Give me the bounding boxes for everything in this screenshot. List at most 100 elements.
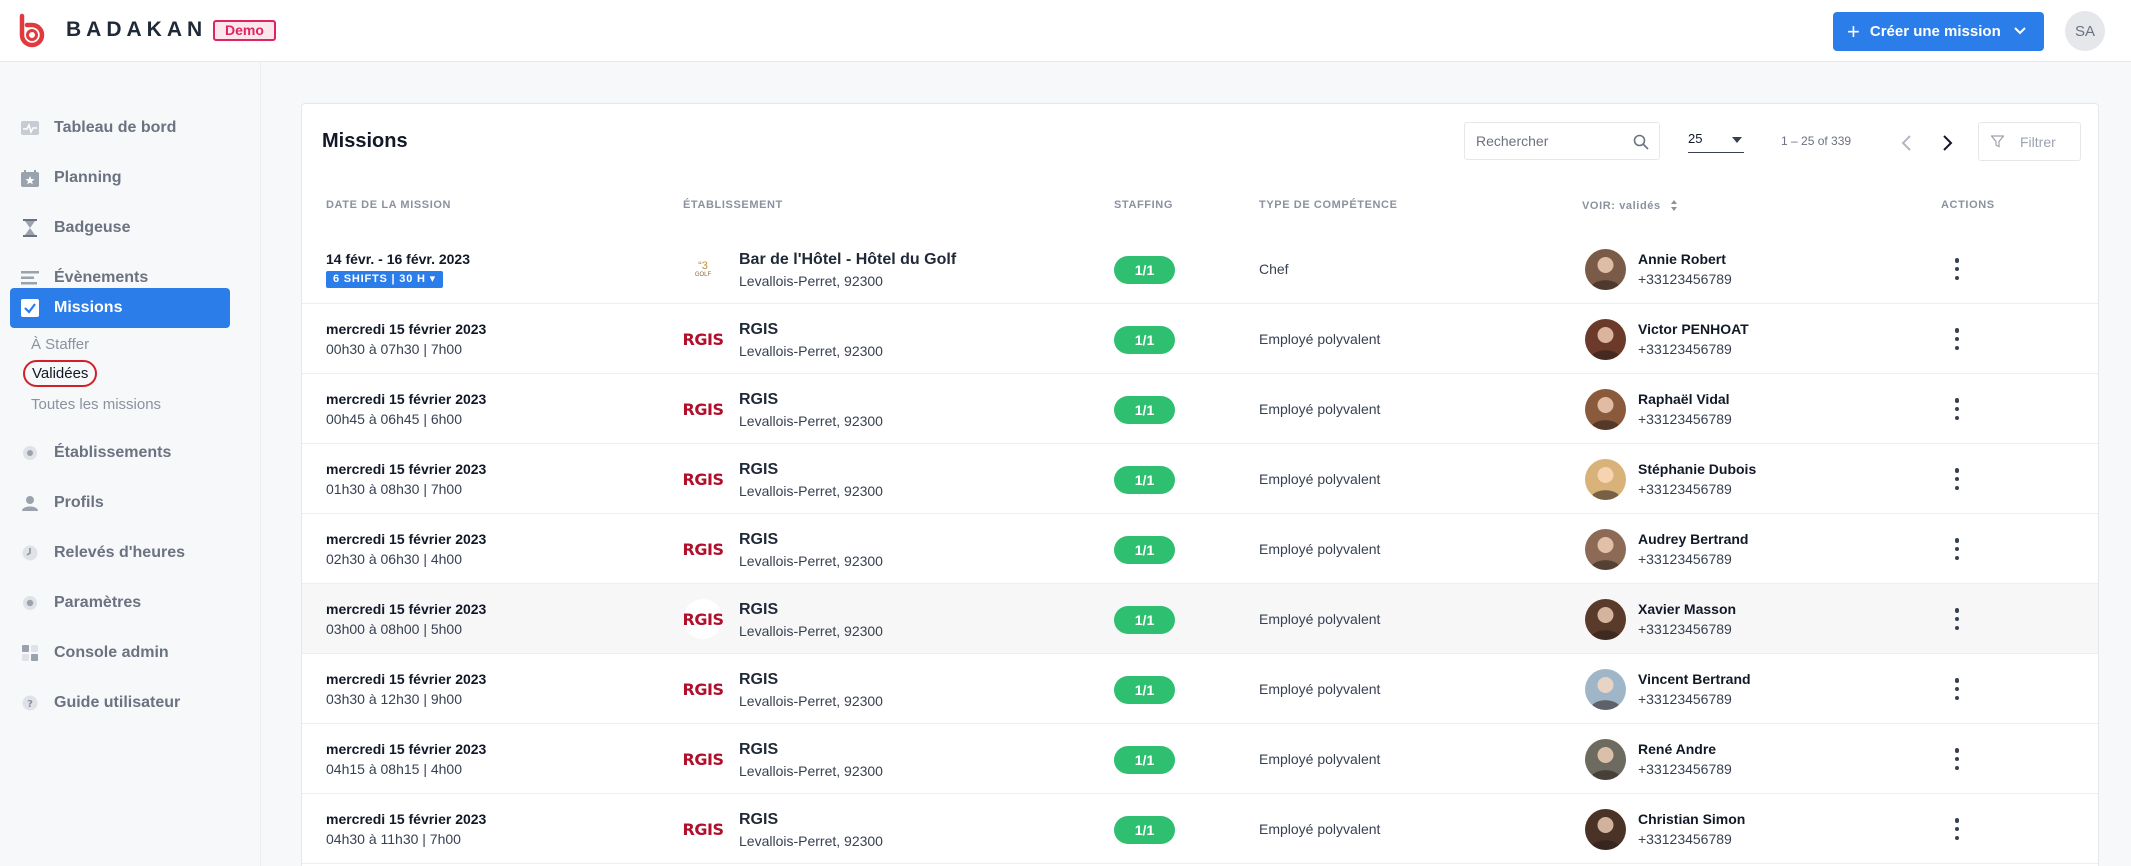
- person-name[interactable]: Christian Simon: [1638, 811, 1745, 827]
- person-name[interactable]: Annie Robert: [1638, 251, 1726, 267]
- sidebar-item-label: Tableau de bord: [54, 119, 177, 136]
- sidebar-item-admin-console[interactable]: Console admin: [10, 633, 230, 673]
- table-row[interactable]: 14 févr. - 16 févr. 2023 6 SHIFTS | 30 H …: [302, 234, 2098, 304]
- sort-icon[interactable]: [1670, 199, 1678, 212]
- avatar[interactable]: [1585, 669, 1626, 710]
- table-row[interactable]: mercredi 15 février 2023 03h30 à 12h30 | …: [302, 654, 2098, 724]
- sidebar-item-timesheets[interactable]: Relevés d'heures: [10, 533, 230, 573]
- staffing-badge: 1/1: [1114, 256, 1175, 284]
- view-filter-label: VOIR: validés: [1582, 200, 1661, 212]
- filter-button[interactable]: Filtrer: [1978, 122, 2081, 161]
- staffing-badge: 1/1: [1114, 816, 1175, 844]
- more-actions-icon[interactable]: [1954, 608, 1960, 630]
- avatar[interactable]: [1585, 389, 1626, 430]
- more-actions-icon[interactable]: [1954, 398, 1960, 420]
- avatar[interactable]: [1585, 739, 1626, 780]
- table-row[interactable]: mercredi 15 février 2023 00h45 à 06h45 | …: [302, 374, 2098, 444]
- sidebar: Tableau de bord Planning Badgeuse Évènem…: [0, 62, 261, 866]
- column-header-staffing[interactable]: STAFFING: [1114, 199, 1173, 211]
- avatar[interactable]: [1585, 249, 1626, 290]
- more-actions-icon[interactable]: [1954, 748, 1960, 770]
- sidebar-item-planning[interactable]: Planning: [10, 158, 230, 198]
- establishment-name[interactable]: RGIS: [739, 461, 778, 479]
- person-name[interactable]: Stéphanie Dubois: [1638, 461, 1756, 477]
- person-phone: +33123456789: [1638, 691, 1732, 707]
- badakan-logo-icon[interactable]: [14, 13, 50, 49]
- establishment-name[interactable]: Bar de l'Hôtel - Hôtel du Golf: [739, 251, 956, 269]
- mission-date: mercredi 15 février 2023: [326, 601, 487, 617]
- establishment-name[interactable]: RGIS: [739, 531, 778, 549]
- mission-time: 03h00 à 08h00 | 5h00: [326, 621, 462, 637]
- establishment-name[interactable]: RGIS: [739, 391, 778, 409]
- avatar[interactable]: [1585, 809, 1626, 850]
- per-page-select[interactable]: 25: [1688, 131, 1744, 153]
- user-avatar[interactable]: SA: [2065, 11, 2105, 51]
- person-name[interactable]: Xavier Masson: [1638, 601, 1736, 617]
- staffing-badge: 1/1: [1114, 606, 1175, 634]
- establishment-name[interactable]: RGIS: [739, 671, 778, 689]
- avatar[interactable]: [1585, 319, 1626, 360]
- more-actions-icon[interactable]: [1954, 678, 1960, 700]
- person-name[interactable]: René Andre: [1638, 741, 1716, 757]
- hourglass-icon: [20, 218, 40, 238]
- chevron-down-icon[interactable]: [2014, 26, 2026, 36]
- more-actions-icon[interactable]: [1954, 818, 1960, 840]
- rgis-logo-icon: RGIS: [683, 599, 724, 639]
- table-row[interactable]: mercredi 15 février 2023 04h15 à 08h15 | …: [302, 724, 2098, 794]
- sidebar-item-user-guide[interactable]: ? Guide utilisateur: [10, 683, 230, 723]
- more-actions-icon[interactable]: [1954, 538, 1960, 560]
- rgis-logo-icon: RGIS: [682, 819, 724, 839]
- establishment-name[interactable]: RGIS: [739, 811, 778, 829]
- avatar[interactable]: [1585, 459, 1626, 500]
- search-icon[interactable]: [1633, 134, 1649, 150]
- sidebar-item-establishments[interactable]: Établissements: [10, 433, 230, 473]
- sidebar-item-badgeuse[interactable]: Badgeuse: [10, 208, 230, 248]
- chevron-left-icon[interactable]: [1900, 134, 1912, 152]
- sidebar-item-label: Évènements: [54, 269, 149, 286]
- establishment-name[interactable]: RGIS: [739, 741, 778, 759]
- skill-type: Employé polyvalent: [1259, 751, 1381, 767]
- person-avatar-icon: [1590, 327, 1621, 360]
- table-row[interactable]: mercredi 15 février 2023 04h30 à 11h30 | …: [302, 794, 2098, 864]
- page-title: Missions: [322, 130, 408, 152]
- missions-card: Missions Rechercher 25 1 – 25 of 339 Fil…: [301, 103, 2099, 866]
- more-actions-icon[interactable]: [1954, 258, 1960, 280]
- column-header-date[interactable]: DATE DE LA MISSION: [326, 199, 451, 211]
- avatar[interactable]: [1585, 529, 1626, 570]
- sidebar-item-profiles[interactable]: Profils: [10, 483, 230, 523]
- table-row[interactable]: mercredi 15 février 2023 03h00 à 08h00 | …: [302, 584, 2098, 654]
- staffing-badge: 1/1: [1114, 746, 1175, 774]
- sidebar-item-settings[interactable]: Paramètres: [10, 583, 230, 623]
- table-row[interactable]: mercredi 15 février 2023 02h30 à 06h30 | …: [302, 514, 2098, 584]
- create-mission-button[interactable]: + Créer une mission: [1833, 12, 2044, 51]
- person-name[interactable]: Raphaël Vidal: [1638, 391, 1730, 407]
- rgis-logo-icon: RGIS: [682, 329, 724, 349]
- establishment-name[interactable]: RGIS: [739, 601, 778, 619]
- establishment-address: Levallois-Perret, 92300: [739, 693, 883, 709]
- column-header-skill[interactable]: TYPE DE COMPÉTENCE: [1259, 199, 1398, 211]
- rgis-logo-icon: RGIS: [682, 399, 724, 419]
- sidebar-subitem-all-missions[interactable]: Toutes les missions: [31, 396, 161, 413]
- mission-date: mercredi 15 février 2023: [326, 811, 487, 827]
- avatar[interactable]: [1585, 599, 1626, 640]
- table-row[interactable]: mercredi 15 février 2023 00h30 à 07h30 | …: [302, 304, 2098, 374]
- staffing-badge: 1/1: [1114, 396, 1175, 424]
- sidebar-subitem-a-staffer[interactable]: À Staffer: [31, 336, 89, 353]
- column-header-view[interactable]: VOIR: validés: [1582, 199, 1678, 212]
- sidebar-subitem-validees[interactable]: Validées: [23, 360, 98, 387]
- search-input[interactable]: Rechercher: [1464, 122, 1660, 160]
- person-name[interactable]: Audrey Bertrand: [1638, 531, 1748, 547]
- person-name[interactable]: Victor PENHOAT: [1638, 321, 1749, 337]
- establishment-address: Levallois-Perret, 92300: [739, 553, 883, 569]
- more-actions-icon[interactable]: [1954, 468, 1960, 490]
- person-name[interactable]: Vincent Bertrand: [1638, 671, 1751, 687]
- establishment-name[interactable]: RGIS: [739, 321, 778, 339]
- column-header-establishment[interactable]: ÉTABLISSEMENT: [683, 199, 783, 211]
- shifts-badge[interactable]: 6 SHIFTS | 30 H ▾: [326, 271, 443, 288]
- chevron-right-icon[interactable]: [1942, 134, 1954, 152]
- sidebar-item-missions[interactable]: Missions: [10, 288, 230, 328]
- table-row[interactable]: mercredi 15 février 2023 01h30 à 08h30 | …: [302, 444, 2098, 514]
- sidebar-item-dashboard[interactable]: Tableau de bord: [10, 108, 230, 148]
- more-actions-icon[interactable]: [1954, 328, 1960, 350]
- sidebar-item-label: Planning: [54, 169, 122, 186]
